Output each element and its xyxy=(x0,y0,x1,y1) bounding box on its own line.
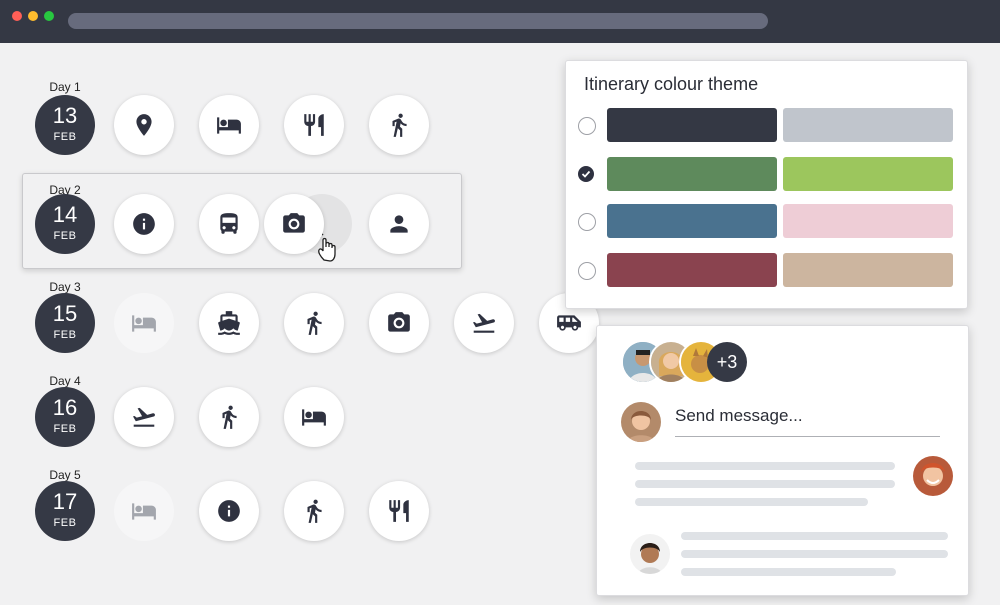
date-badge[interactable]: 17 FEB xyxy=(35,481,95,541)
van-icon xyxy=(557,315,581,331)
day-label: Day 3 xyxy=(49,280,81,294)
date-day: 13 xyxy=(52,103,78,128)
bus-icon xyxy=(220,213,238,234)
restaurant-icon xyxy=(389,500,409,522)
current-user-avatar xyxy=(621,402,661,442)
date-day: 16 xyxy=(52,395,78,420)
date-month: FEB xyxy=(53,423,77,435)
day-label: Day 1 xyxy=(49,80,81,94)
activity-button[interactable] xyxy=(199,293,259,353)
date-month: FEB xyxy=(53,131,77,143)
sender-avatar xyxy=(913,456,953,496)
sender-avatar xyxy=(630,534,670,574)
walking-icon xyxy=(307,499,322,523)
ferry-icon xyxy=(218,311,240,335)
activity-button[interactable] xyxy=(114,293,174,353)
bed-icon xyxy=(132,315,156,332)
info-icon xyxy=(133,213,155,235)
activity-button[interactable] xyxy=(199,194,259,254)
bed-icon xyxy=(132,503,156,520)
window-close-button[interactable] xyxy=(12,11,22,21)
walking-icon xyxy=(392,113,407,137)
activity-button[interactable] xyxy=(114,481,174,541)
restaurant-icon xyxy=(304,114,324,136)
day-label: Day 4 xyxy=(49,374,81,388)
activity-button[interactable] xyxy=(264,194,324,254)
activity-button[interactable] xyxy=(284,95,344,155)
activity-button[interactable] xyxy=(199,95,259,155)
activity-button[interactable] xyxy=(369,293,429,353)
activity-button[interactable] xyxy=(454,293,514,353)
more-participants-badge[interactable]: +3 xyxy=(707,342,747,382)
theme-swatch-secondary[interactable] xyxy=(783,108,953,142)
activity-button[interactable] xyxy=(114,194,174,254)
theme-radio[interactable] xyxy=(578,213,596,231)
message-input-underline xyxy=(675,436,940,437)
date-month: FEB xyxy=(53,230,77,242)
date-badge[interactable]: 14 FEB xyxy=(35,194,95,254)
theme-swatch-secondary[interactable] xyxy=(783,253,953,287)
message-input[interactable]: Send message... xyxy=(675,406,803,426)
activity-button[interactable] xyxy=(114,387,174,447)
camera-icon xyxy=(388,312,410,332)
date-badge[interactable]: 13 FEB xyxy=(35,95,95,155)
date-month: FEB xyxy=(53,517,77,529)
date-day: 14 xyxy=(52,202,78,227)
colour-theme-title: Itinerary colour theme xyxy=(584,74,759,94)
theme-radio[interactable] xyxy=(578,166,594,182)
theme-swatch-secondary[interactable] xyxy=(783,157,953,191)
message-placeholder-line xyxy=(681,532,948,540)
message-placeholder-line xyxy=(635,462,895,470)
colour-theme-panel: Itinerary colour theme xyxy=(565,60,968,309)
date-badge[interactable]: 16 FEB xyxy=(35,387,95,447)
activity-button[interactable] xyxy=(199,481,259,541)
theme-radio[interactable] xyxy=(578,117,596,135)
chat-panel: +3 Send message... xyxy=(596,325,969,596)
date-badge[interactable]: 15 FEB xyxy=(35,293,95,353)
message-placeholder-line xyxy=(681,568,896,576)
airplane-takeoff-icon xyxy=(132,407,155,427)
airplane-takeoff-icon xyxy=(472,313,495,333)
walking-icon xyxy=(307,311,322,335)
theme-swatch-primary[interactable] xyxy=(607,253,777,287)
activity-button[interactable] xyxy=(284,293,344,353)
day-label: Day 5 xyxy=(49,468,81,482)
activity-button[interactable] xyxy=(369,194,429,254)
date-month: FEB xyxy=(53,329,77,341)
window-maximize-button[interactable] xyxy=(44,11,54,21)
date-day: 17 xyxy=(52,489,78,514)
browser-titlebar xyxy=(0,0,1000,43)
activity-button[interactable] xyxy=(199,387,259,447)
bed-icon xyxy=(217,117,241,134)
activity-button[interactable] xyxy=(284,481,344,541)
activity-button[interactable] xyxy=(369,481,429,541)
location-pin-icon xyxy=(136,114,152,136)
person-icon xyxy=(390,215,408,233)
activity-button[interactable] xyxy=(284,387,344,447)
walking-icon xyxy=(222,405,237,429)
message-placeholder-line xyxy=(635,498,868,506)
bed-icon xyxy=(302,409,326,426)
checkmark-icon xyxy=(581,170,591,178)
info-icon xyxy=(218,500,240,522)
address-bar[interactable] xyxy=(68,13,768,29)
theme-swatch-primary[interactable] xyxy=(607,204,777,238)
theme-swatch-primary[interactable] xyxy=(607,108,777,142)
activity-button[interactable] xyxy=(369,95,429,155)
theme-radio[interactable] xyxy=(578,262,596,280)
window-minimize-button[interactable] xyxy=(28,11,38,21)
theme-swatch-primary[interactable] xyxy=(607,157,777,191)
message-placeholder-line xyxy=(635,480,895,488)
activity-button[interactable] xyxy=(114,95,174,155)
camera-icon xyxy=(283,213,305,233)
date-day: 15 xyxy=(52,301,78,326)
message-placeholder-line xyxy=(681,550,948,558)
theme-swatch-secondary[interactable] xyxy=(783,204,953,238)
